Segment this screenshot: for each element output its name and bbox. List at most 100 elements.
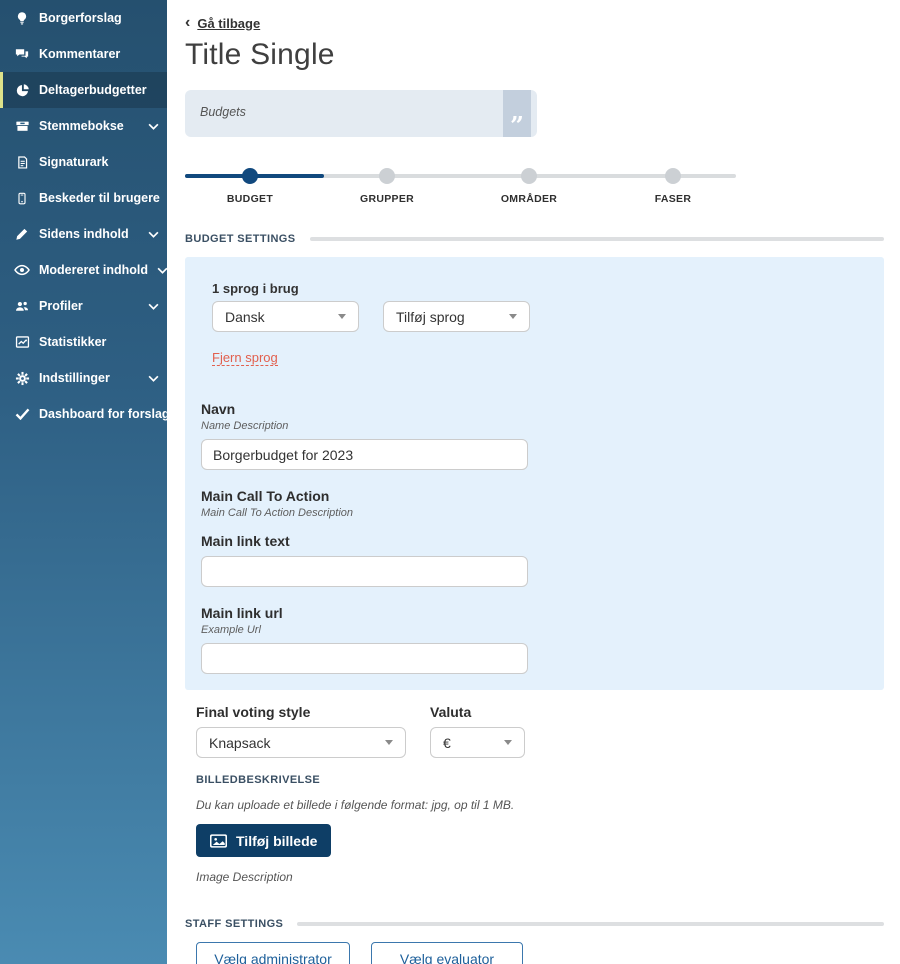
cta-group: Main Call To Action Main Call To Action … (201, 488, 868, 519)
currency-select[interactable]: € (430, 727, 525, 758)
sidebar-item-label: Modereret indhold (39, 263, 148, 277)
voting-currency-row: Final voting style Knapsack Valuta € (185, 704, 884, 758)
go-back-link[interactable]: ‹ Gå tilbage (185, 15, 260, 31)
add-language-value: Tilføj sprog (396, 309, 465, 325)
sidebar-item-stemmebokse[interactable]: Stemmebokse (0, 108, 167, 144)
image-description: Image Description (196, 870, 884, 884)
step-dot-budget[interactable] (242, 168, 258, 184)
chevron-down-icon (148, 303, 159, 310)
voting-style-value: Knapsack (209, 735, 270, 751)
lightbulb-icon (14, 10, 30, 26)
main-content: ‹ Gå tilbage Title Single Budgets ” BUDG… (167, 0, 900, 964)
step-label-budget[interactable]: BUDGET (205, 193, 295, 205)
pie-chart-icon (14, 82, 30, 98)
name-input[interactable] (201, 439, 528, 470)
section-divider (297, 922, 884, 926)
chevron-down-icon (148, 231, 159, 238)
sidebar-item-borgerforslag[interactable]: Borgerforslag (0, 0, 167, 36)
gear-icon (14, 370, 30, 386)
currency-label: Valuta (430, 704, 525, 720)
sidebar-item-label: Signaturark (39, 155, 108, 169)
users-icon (14, 298, 30, 314)
step-dot-omraader[interactable] (521, 168, 537, 184)
sidebar-item-sidens-indhold[interactable]: Sidens indhold (0, 216, 167, 252)
link-url-label: Main link url (201, 605, 868, 621)
sidebar-item-label: Profiler (39, 299, 83, 313)
add-language-select[interactable]: Tilføj sprog (383, 301, 530, 332)
image-section: BILLEDBESKRIVELSE Du kan uploade et bill… (185, 774, 884, 884)
link-url-input[interactable] (201, 643, 528, 674)
chevron-down-icon (509, 314, 517, 319)
link-url-description: Example Url (201, 624, 868, 636)
eye-icon (14, 262, 30, 278)
sidebar-item-deltagerbudgetter[interactable]: Deltagerbudgetter (0, 72, 167, 108)
sidebar-item-dashboard-forslag[interactable]: Dashboard for forslag (0, 396, 167, 432)
staff-settings-label: STAFF SETTINGS (185, 918, 283, 930)
voting-style-label: Final voting style (196, 704, 406, 720)
sidebar-item-label: Statistikker (39, 335, 106, 349)
staff-buttons-row: Vælg administrator Vælg evaluator (185, 942, 884, 964)
select-administrator-button[interactable]: Vælg administrator (196, 942, 350, 964)
currency-value: € (443, 735, 451, 751)
sidebar-item-modereret-indhold[interactable]: Modereret indhold (0, 252, 167, 288)
select-evaluator-button[interactable]: Vælg evaluator (371, 942, 523, 964)
language-count-label: 1 sprog i brug (212, 281, 868, 296)
step-label-faser[interactable]: FASER (628, 193, 718, 205)
sidebar-item-signaturark[interactable]: Signaturark (0, 144, 167, 180)
name-label: Navn (201, 401, 868, 417)
link-text-group: Main link text (201, 533, 868, 587)
sidebar-item-label: Stemmebokse (39, 119, 124, 133)
section-divider (310, 237, 884, 241)
sidebar-item-label: Dashboard for forslag (39, 407, 170, 421)
cta-description: Main Call To Action Description (201, 507, 868, 519)
description-quote-box: Budgets ” (185, 90, 537, 137)
quote-icon: ” (510, 115, 524, 137)
language-select[interactable]: Dansk (212, 301, 359, 332)
line-chart-icon (14, 334, 30, 350)
chevron-down-icon (385, 740, 393, 745)
budget-settings-header: BUDGET SETTINGS (185, 233, 884, 245)
language-block: 1 sprog i brug Dansk Tilføj sprog Fjern … (201, 281, 868, 367)
page-title: Title Single (185, 38, 884, 72)
document-icon (14, 154, 30, 170)
quote-strip: ” (503, 90, 531, 137)
chevron-left-icon: ‹ (185, 15, 190, 31)
sidebar-item-indstillinger[interactable]: Indstillinger (0, 360, 167, 396)
step-label-grupper[interactable]: GRUPPER (342, 193, 432, 205)
voting-style-select[interactable]: Knapsack (196, 727, 406, 758)
comments-icon (14, 46, 30, 62)
image-section-label: BILLEDBESKRIVELSE (196, 774, 884, 786)
sidebar-item-label: Indstillinger (39, 371, 110, 385)
sidebar-item-statistikker[interactable]: Statistikker (0, 324, 167, 360)
language-select-value: Dansk (225, 309, 265, 325)
budget-settings-label: BUDGET SETTINGS (185, 233, 296, 245)
sidebar-item-label: Kommentarer (39, 47, 120, 61)
remove-language-link[interactable]: Fjern sprog (212, 350, 278, 366)
voting-style-group: Final voting style Knapsack (196, 704, 406, 758)
step-dot-faser[interactable] (665, 168, 681, 184)
budget-settings-panel: 1 sprog i brug Dansk Tilføj sprog Fjern … (185, 257, 884, 690)
sidebar-item-kommentarer[interactable]: Kommentarer (0, 36, 167, 72)
sidebar-item-label: Deltagerbudgetter (39, 83, 147, 97)
sidebar-item-label: Sidens indhold (39, 227, 129, 241)
link-text-input[interactable] (201, 556, 528, 587)
currency-group: Valuta € (430, 704, 525, 758)
link-url-group: Main link url Example Url (201, 605, 868, 674)
sidebar-item-beskeder[interactable]: Beskeder til brugere (0, 180, 167, 216)
checkmark-icon (14, 406, 30, 422)
ballot-box-icon (14, 118, 30, 134)
mobile-message-icon (14, 190, 30, 206)
sidebar: Borgerforslag Kommentarer Deltagerbudget… (0, 0, 167, 964)
staff-settings-header: STAFF SETTINGS (185, 918, 884, 930)
chevron-down-icon (148, 375, 159, 382)
sidebar-item-profiler[interactable]: Profiler (0, 288, 167, 324)
step-dot-grupper[interactable] (379, 168, 395, 184)
image-icon (210, 834, 227, 848)
pencil-icon (14, 226, 30, 242)
name-description: Name Description (201, 420, 868, 432)
cta-label: Main Call To Action (201, 488, 868, 504)
add-image-button[interactable]: Tilføj billede (196, 824, 331, 857)
step-label-omraader[interactable]: OMRÅDER (484, 193, 574, 205)
chevron-down-icon (504, 740, 512, 745)
image-upload-hint: Du kan uploade et billede i følgende for… (196, 798, 884, 812)
